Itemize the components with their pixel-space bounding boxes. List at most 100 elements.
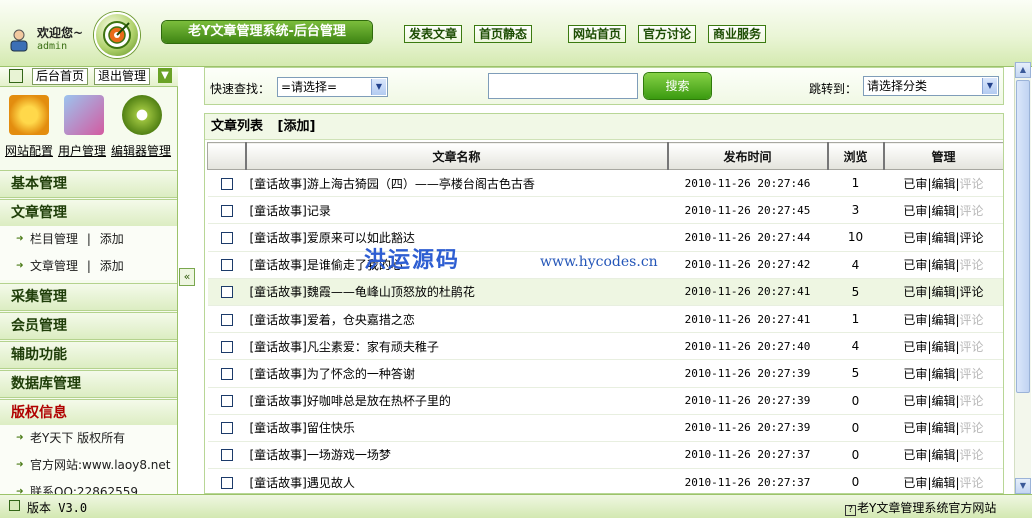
official-site-footer-link[interactable]: ? 老Y文章管理系统官方网站 bbox=[845, 499, 996, 516]
edit-link[interactable]: 编辑 bbox=[931, 285, 955, 299]
nav-post-article[interactable]: 发表文章 bbox=[404, 25, 463, 43]
approve-link[interactable]: 已审 bbox=[903, 476, 927, 490]
nav-static-home[interactable]: 首页静态 bbox=[474, 25, 533, 43]
edit-link[interactable]: 编辑 bbox=[931, 177, 955, 191]
approve-link[interactable]: 已审 bbox=[903, 394, 927, 408]
article-manage-link[interactable]: 文章管理 bbox=[30, 259, 78, 273]
article-name[interactable]: [童话故事]遇见故人 bbox=[245, 468, 668, 493]
approve-link[interactable]: 已审 bbox=[903, 258, 927, 272]
footer-link-text[interactable]: 老Y文章管理系统官方网站 bbox=[857, 501, 996, 515]
menu-article[interactable]: 文章管理 bbox=[0, 199, 177, 227]
comment-link[interactable]: 评论 bbox=[960, 340, 984, 354]
approve-link[interactable]: 已审 bbox=[903, 204, 927, 218]
menu-database[interactable]: 数据库管理 bbox=[0, 370, 177, 398]
collapse-sidebar-button[interactable]: « bbox=[179, 268, 195, 286]
scroll-thumb[interactable] bbox=[1016, 80, 1030, 393]
nav-business-service[interactable]: 商业服务 bbox=[708, 25, 767, 43]
row-checkbox[interactable] bbox=[220, 313, 233, 326]
approve-link[interactable]: 已审 bbox=[903, 313, 927, 327]
edit-link[interactable]: 编辑 bbox=[931, 476, 955, 490]
quick-link-editor-manage[interactable]: 编辑器管理 bbox=[111, 142, 171, 159]
row-checkbox[interactable] bbox=[220, 449, 233, 462]
official-site-text[interactable]: 官方网站:www.laoy8.net bbox=[30, 458, 170, 472]
row-checkbox[interactable] bbox=[220, 259, 233, 272]
edit-link[interactable]: 编辑 bbox=[931, 367, 955, 381]
comment-link[interactable]: 评论 bbox=[960, 313, 984, 327]
comment-link[interactable]: 评论 bbox=[960, 204, 984, 218]
users-icon[interactable] bbox=[64, 95, 104, 135]
approve-link[interactable]: 已审 bbox=[903, 177, 927, 191]
approve-link[interactable]: 已审 bbox=[903, 231, 927, 245]
article-name[interactable]: [童话故事]好咖啡总是放在热杯子里的 bbox=[245, 387, 668, 415]
comment-link[interactable]: 评论 bbox=[960, 231, 984, 245]
comment-link[interactable]: 评论 bbox=[960, 448, 984, 462]
article-name[interactable]: [童话故事]游上海古猗园（四）——亭楼台阁古色古香 bbox=[245, 169, 668, 198]
edit-link[interactable]: 编辑 bbox=[931, 394, 955, 408]
column-header-time[interactable]: 发布时间 bbox=[667, 142, 829, 170]
row-checkbox[interactable] bbox=[220, 231, 233, 244]
row-checkbox[interactable] bbox=[220, 340, 233, 353]
row-checkbox[interactable] bbox=[220, 204, 233, 217]
approve-link[interactable]: 已审 bbox=[903, 421, 927, 435]
watermark-brand: 洪运源码 bbox=[364, 247, 461, 273]
menu-helper[interactable]: 辅助功能 bbox=[0, 341, 177, 369]
row-checkbox[interactable] bbox=[220, 395, 233, 408]
menu-collect[interactable]: 采集管理 bbox=[0, 283, 177, 311]
row-checkbox[interactable] bbox=[220, 177, 233, 190]
logout-button[interactable]: 退出管理 bbox=[94, 68, 151, 85]
article-name[interactable]: [童话故事]凡尘素爱：家有顽夫稚子 bbox=[245, 332, 668, 361]
article-name[interactable]: [童话故事]留住快乐 bbox=[245, 414, 668, 442]
search-input[interactable] bbox=[488, 73, 638, 99]
comment-link[interactable]: 评论 bbox=[960, 285, 984, 299]
category-jump-select[interactable]: 请选择分类 ▼ bbox=[863, 76, 999, 96]
category-add-link[interactable]: 添加 bbox=[100, 232, 124, 246]
scroll-down-icon[interactable]: ▼ bbox=[1015, 478, 1031, 494]
scroll-up-icon[interactable]: ▲ bbox=[1015, 62, 1031, 78]
edit-link[interactable]: 编辑 bbox=[931, 448, 955, 462]
approve-link[interactable]: 已审 bbox=[903, 448, 927, 462]
edit-link[interactable]: 编辑 bbox=[931, 313, 955, 327]
comment-link[interactable]: 评论 bbox=[960, 367, 984, 381]
category-manage-link[interactable]: 栏目管理 bbox=[30, 232, 78, 246]
menu-copyright[interactable]: 版权信息 bbox=[0, 399, 177, 427]
menu-member[interactable]: 会员管理 bbox=[0, 312, 177, 340]
row-checkbox[interactable] bbox=[220, 422, 233, 435]
row-checkbox[interactable] bbox=[220, 286, 233, 299]
edit-link[interactable]: 编辑 bbox=[931, 204, 955, 218]
approve-link[interactable]: 已审 bbox=[903, 367, 927, 381]
page-scrollbar[interactable]: ▲ ▼ bbox=[1014, 62, 1031, 494]
quick-link-user-manage[interactable]: 用户管理 bbox=[58, 142, 106, 159]
approve-link[interactable]: 已审 bbox=[903, 340, 927, 354]
comment-link[interactable]: 评论 bbox=[960, 421, 984, 435]
comment-link[interactable]: 评论 bbox=[960, 177, 984, 191]
search-button[interactable]: 搜索 bbox=[644, 73, 711, 99]
article-name[interactable]: [童话故事]记录 bbox=[245, 196, 668, 225]
menu-basic[interactable]: 基本管理 bbox=[0, 170, 177, 198]
admin-home-button[interactable]: 后台首页 bbox=[32, 68, 89, 85]
article-add-link[interactable]: 添加 bbox=[100, 259, 124, 273]
comment-link[interactable]: 评论 bbox=[960, 476, 984, 490]
edit-link[interactable]: 编辑 bbox=[931, 421, 955, 435]
article-name[interactable]: [童话故事]魏霞——龟峰山顶怒放的杜鹃花 bbox=[245, 278, 668, 306]
column-header-name[interactable]: 文章名称 bbox=[245, 142, 669, 170]
article-name[interactable]: [童话故事]为了怀念的一种答谢 bbox=[245, 359, 668, 388]
article-name[interactable]: [童话故事]爱着，仓央嘉措之恋 bbox=[245, 305, 668, 334]
approve-link[interactable]: 已审 bbox=[903, 285, 927, 299]
article-name[interactable]: [童话故事]一场游戏一场梦 bbox=[245, 441, 668, 470]
column-header-views[interactable]: 浏览 bbox=[827, 142, 885, 170]
gear-icon[interactable] bbox=[9, 95, 49, 135]
row-checkbox[interactable] bbox=[220, 476, 233, 489]
quick-link-site-config[interactable]: 网站配置 bbox=[5, 142, 53, 159]
quick-search-select[interactable]: =请选择= ▼ bbox=[277, 77, 388, 97]
comment-link[interactable]: 评论 bbox=[960, 258, 984, 272]
nav-official-forum[interactable]: 官方讨论 bbox=[638, 25, 697, 43]
nav-site-home[interactable]: 网站首页 bbox=[568, 25, 627, 43]
edit-link[interactable]: 编辑 bbox=[931, 258, 955, 272]
arrow-down-icon[interactable]: ▼ bbox=[158, 68, 172, 83]
row-checkbox[interactable] bbox=[220, 367, 233, 380]
add-article-link[interactable]: [添加] bbox=[278, 119, 316, 134]
edit-link[interactable]: 编辑 bbox=[931, 340, 955, 354]
edit-link[interactable]: 编辑 bbox=[931, 231, 955, 245]
comment-link[interactable]: 评论 bbox=[960, 394, 984, 408]
editor-icon[interactable] bbox=[122, 95, 162, 135]
